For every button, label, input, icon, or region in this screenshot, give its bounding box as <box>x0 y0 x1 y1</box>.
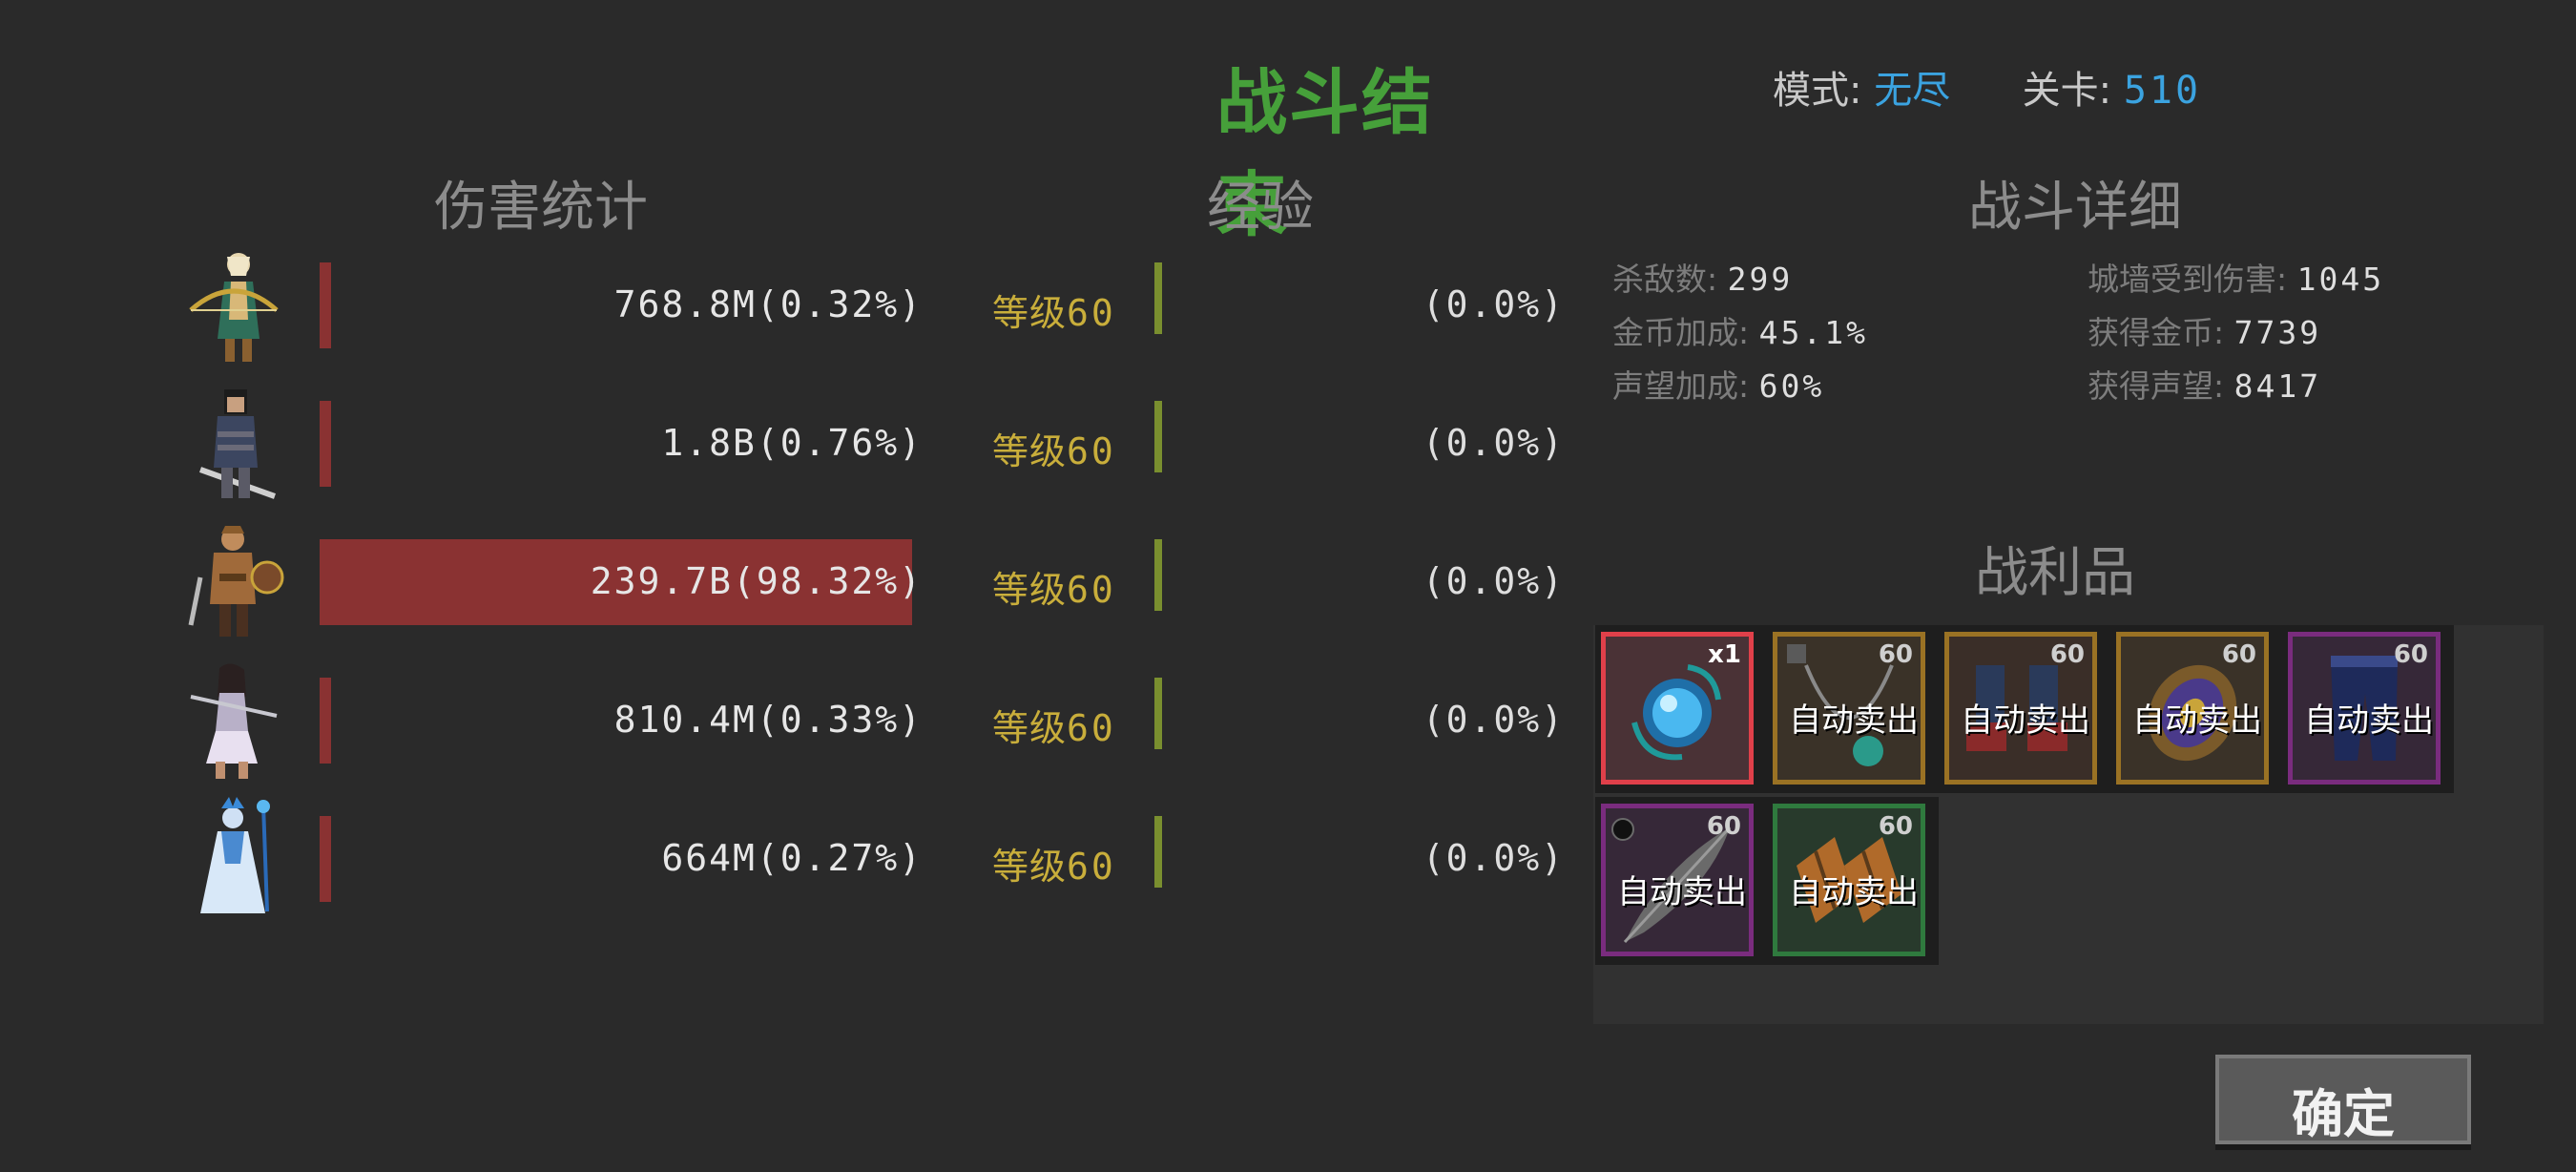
prestige-gained-label: 获得声望: <box>2088 367 2225 405</box>
exp-bar <box>1154 816 1162 888</box>
exp-value: (0.0%) <box>1422 837 1565 879</box>
ice-sorceress-icon <box>172 797 296 921</box>
damage-bar-track: 239.7B(98.32%) <box>320 539 923 625</box>
hero-level: 等级60 <box>992 422 1116 474</box>
level-prefix: 等级 <box>992 707 1068 749</box>
kills-stat: 杀敌数: 299 <box>1612 254 1793 300</box>
exp-value: (0.0%) <box>1422 699 1565 741</box>
damage-bar-track: 810.4M(0.33%) <box>320 678 923 764</box>
loot-item-feather[interactable]: 60 自动卖出 <box>1601 804 1754 956</box>
confirm-button[interactable]: 确定 <box>2215 1055 2471 1144</box>
hero-level: 等级60 <box>992 283 1116 336</box>
damage-bar-track: 664M(0.27%) <box>320 816 923 902</box>
mode-level-info: 模式: 无尽 关卡: 510 <box>1773 59 2201 115</box>
confirm-label: 确定 <box>2292 1084 2395 1144</box>
wall-damage-stat: 城墙受到伤害: 1045 <box>2088 254 2384 300</box>
damage-bar <box>320 678 331 764</box>
exp-bar <box>1154 678 1162 749</box>
item-level-badge: 60 <box>2221 640 2256 669</box>
level-number: 60 <box>1067 707 1116 749</box>
exp-bar <box>1154 262 1162 334</box>
auto-sell-label: 自动卖出 <box>1617 873 1747 911</box>
damage-bar <box>320 816 331 902</box>
exp-value: (0.0%) <box>1422 283 1565 325</box>
loot-item-blue-orb[interactable]: x1 <box>1601 632 1754 785</box>
kills-value: 299 <box>1727 261 1794 298</box>
knight-swordsman-icon <box>172 382 296 506</box>
prestige-gained-stat: 获得声望: 8417 <box>2088 361 2321 407</box>
damage-bar-track: 1.8B(0.76%) <box>320 401 923 487</box>
hero-level: 等级60 <box>992 560 1116 613</box>
damage-value: 768.8M(0.32%) <box>613 283 923 325</box>
auto-sell-label: 自动卖出 <box>2304 701 2434 740</box>
loot-item-amulet[interactable]: 60 自动卖出 <box>1773 632 1925 785</box>
kills-label: 杀敌数: <box>1612 261 1718 298</box>
exp-value: (0.0%) <box>1422 422 1565 464</box>
mode-value: 无尽 <box>1874 69 1951 113</box>
level-number: 60 <box>1067 292 1116 334</box>
mode-label: 模式: <box>1773 69 1862 113</box>
auto-sell-label: 自动卖出 <box>2132 701 2262 740</box>
prestige-bonus-stat: 声望加成: 60% <box>1612 361 1824 407</box>
wall-damage-value: 1045 <box>2296 261 2385 298</box>
damage-stats-title: 伤害统计 <box>434 177 648 239</box>
damage-value: 239.7B(98.32%) <box>590 560 923 602</box>
hero-level: 等级60 <box>992 837 1116 889</box>
level-number: 60 <box>1067 569 1116 611</box>
barbarian-warrior-icon <box>172 520 296 644</box>
exp-value: (0.0%) <box>1422 560 1565 602</box>
item-level-badge: 60 <box>1878 812 1913 841</box>
item-level-badge: 60 <box>1706 812 1741 841</box>
auto-sell-label: 自动卖出 <box>1789 701 1919 740</box>
gold-bonus-stat: 金币加成: 45.1% <box>1612 307 1868 353</box>
experience-title: 经验 <box>1207 177 1314 239</box>
hero-row: 239.7B(98.32%) 等级60 (0.0%) <box>172 520 1565 637</box>
hero-row: 810.4M(0.33%) 等级60 (0.0%) <box>172 659 1565 779</box>
item-level-badge: 60 <box>2393 640 2428 669</box>
auto-sell-label: 自动卖出 <box>1789 873 1919 911</box>
prestige-gained-value: 8417 <box>2233 367 2322 405</box>
damage-bar <box>320 401 331 487</box>
damage-bar-track: 768.8M(0.32%) <box>320 262 923 348</box>
damage-value: 810.4M(0.33%) <box>613 699 923 741</box>
hero-row: 768.8M(0.32%) 等级60 (0.0%) <box>172 243 1565 362</box>
battle-details-title: 战斗详细 <box>1968 177 2182 239</box>
gold-gained-label: 获得金币: <box>2088 314 2225 351</box>
damage-value: 1.8B(0.76%) <box>661 422 923 464</box>
damage-bar <box>320 262 331 348</box>
hero-row: 664M(0.27%) 等级60 (0.0%) <box>172 797 1565 913</box>
prestige-bonus-label: 声望加成: <box>1612 367 1750 405</box>
level-prefix: 等级 <box>992 569 1068 611</box>
wall-damage-label: 城墙受到伤害: <box>2088 261 2288 298</box>
damage-value: 664M(0.27%) <box>661 837 923 879</box>
gold-bonus-value: 45.1% <box>1758 314 1868 351</box>
amazon-spearwoman-icon <box>172 659 296 783</box>
prestige-bonus-value: 60% <box>1758 367 1825 405</box>
item-level-badge: 60 <box>2049 640 2085 669</box>
exp-bar <box>1154 401 1162 472</box>
elf-archer-icon <box>172 243 296 367</box>
level-number: 60 <box>1067 846 1116 888</box>
exp-bar <box>1154 539 1162 611</box>
level-number: 60 <box>1067 430 1116 472</box>
level-prefix: 等级 <box>992 292 1068 334</box>
loot-item-boots[interactable]: 60 自动卖出 <box>1944 632 2097 785</box>
hero-level: 等级60 <box>992 699 1116 751</box>
level-prefix: 等级 <box>992 846 1068 888</box>
level-prefix: 等级 <box>992 430 1068 472</box>
gold-gained-stat: 获得金币: 7739 <box>2088 307 2321 353</box>
level-label: 关卡: <box>2022 69 2112 113</box>
loot-item-shield[interactable]: 60 自动卖出 <box>2116 632 2269 785</box>
auto-sell-label: 自动卖出 <box>1961 701 2090 740</box>
hero-row: 1.8B(0.76%) 等级60 (0.0%) <box>172 382 1565 499</box>
item-level-badge: 60 <box>1878 640 1913 669</box>
level-value: 510 <box>2123 69 2202 113</box>
loot-item-bracers[interactable]: 60 自动卖出 <box>1773 804 1925 956</box>
loot-item-leggings[interactable]: 60 自动卖出 <box>2288 632 2441 785</box>
gold-gained-value: 7739 <box>2233 314 2322 351</box>
quantity-badge: x1 <box>1708 640 1741 669</box>
gold-bonus-label: 金币加成: <box>1612 314 1750 351</box>
loot-title: 战利品 <box>1975 542 2135 604</box>
